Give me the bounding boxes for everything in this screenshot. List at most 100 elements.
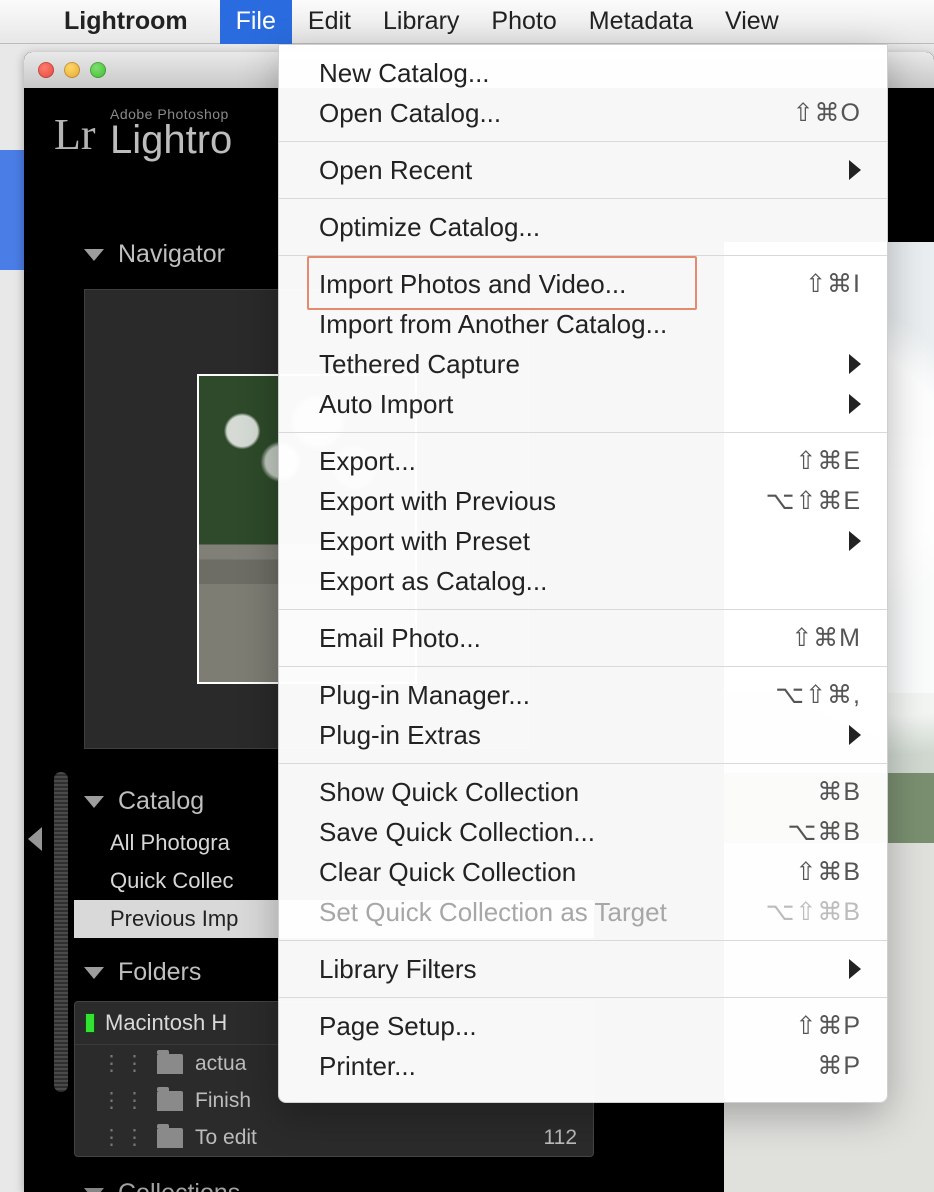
collections-title: Collections [118,1179,240,1192]
file-menu-dropdown: New Catalog... Open Catalog...⇧⌘O Open Rec… [278,44,888,1103]
brand-product-text: Lightro [110,118,232,163]
submenu-arrow-icon [849,160,861,180]
menubar-item-file[interactable]: File [220,0,292,44]
menu-item-label: Library Filters [319,954,849,985]
folder-icon [157,1128,183,1148]
menu-item-label: Printer... [319,1051,817,1082]
catalog-title: Catalog [118,787,204,816]
menu-item-label: Show Quick Collection [319,777,817,808]
file-menu-item[interactable]: Clear Quick Collection⇧⌘B [279,852,887,892]
close-window-button[interactable] [38,62,54,78]
folder-row[interactable]: ⋮⋮ To edit 112 [75,1119,593,1156]
submenu-arrow-icon [849,354,861,374]
menu-item-label: Auto Import [319,389,849,420]
menu-item-label: New Catalog... [319,58,861,89]
menubar-item-photo[interactable]: Photo [475,0,572,44]
file-menu-item[interactable]: Printer...⌘P [279,1046,887,1086]
menu-item-shortcut: ⇧⌘M [791,623,861,653]
menu-item-shortcut: ⌥⌘B [788,817,861,847]
menu-item-label: Set Quick Collection as Target [319,897,766,928]
lightroom-logo-icon: Lr [54,109,96,160]
folder-icon [157,1091,183,1111]
menu-item-shortcut: ⇧⌘I [805,269,861,299]
menu-item-label: Email Photo... [319,623,791,654]
menu-item-label: Export with Previous [319,486,766,517]
file-menu-item[interactable]: Save Quick Collection...⌥⌘B [279,812,887,852]
disclosure-triangle-icon [84,967,104,979]
file-menu-item[interactable]: Show Quick Collection⌘B [279,772,887,812]
traffic-lights [38,62,106,78]
menubar-item-view[interactable]: View [709,0,795,44]
folder-count: 112 [544,1126,583,1150]
disk-name: Macintosh H [105,1010,227,1036]
disclosure-triangle-icon [84,1188,104,1192]
file-menu-item[interactable]: Import from Another Catalog... [279,304,887,344]
menu-item-shortcut: ⇧⌘E [795,446,861,476]
submenu-arrow-icon [849,725,861,745]
menu-item-label: Tethered Capture [319,349,849,380]
file-menu-item[interactable]: Open Catalog...⇧⌘O [279,93,887,133]
menubar-app-name[interactable]: Lightroom [64,7,188,36]
menu-item-label: Import Photos and Video... [319,269,805,300]
menu-item-label: Save Quick Collection... [319,817,788,848]
menu-item-label: Export as Catalog... [319,566,861,597]
disk-status-led-icon [85,1013,95,1033]
navigator-title: Navigator [118,240,225,269]
menubar-item-edit[interactable]: Edit [292,0,367,44]
menu-item-label: Import from Another Catalog... [319,309,861,340]
background-app-edge [0,150,26,270]
tree-dots-icon: ⋮⋮ [101,1125,147,1150]
file-menu-item[interactable]: Export with Preset [279,521,887,561]
left-panel-grip[interactable] [54,772,68,1092]
file-menu-item: Set Quick Collection as Target⌥⇧⌘B [279,892,887,932]
folder-name: Finish [195,1089,251,1113]
menu-item-label: Open Recent [319,155,849,186]
menu-item-shortcut: ⇧⌘O [793,98,861,128]
folder-icon [157,1054,183,1074]
menu-item-label: Plug-in Manager... [319,680,775,711]
file-menu-item[interactable]: New Catalog... [279,53,887,93]
menu-item-shortcut: ⌘P [817,1051,861,1081]
file-menu-item[interactable]: Export with Previous⌥⇧⌘E [279,481,887,521]
file-menu-item[interactable]: Library Filters [279,949,887,989]
menu-item-label: Open Catalog... [319,98,793,129]
macos-menubar: Lightroom File Edit Library Photo Metada… [0,0,934,44]
menu-item-label: Plug-in Extras [319,720,849,751]
file-menu-item[interactable]: Export...⇧⌘E [279,441,887,481]
menubar-item-library[interactable]: Library [367,0,475,44]
menu-item-label: Export... [319,446,795,477]
file-menu-item[interactable]: Plug-in Extras [279,715,887,755]
submenu-arrow-icon [849,959,861,979]
menu-item-label: Clear Quick Collection [319,857,795,888]
tree-dots-icon: ⋮⋮ [101,1088,147,1113]
collections-panel-header[interactable]: Collections [74,1171,594,1192]
menu-item-label: Export with Preset [319,526,849,557]
menu-item-shortcut: ⌥⇧⌘, [775,680,861,710]
file-menu-item[interactable]: Email Photo...⇧⌘M [279,618,887,658]
menu-item-shortcut: ⌥⇧⌘E [766,486,861,516]
tree-dots-icon: ⋮⋮ [101,1051,147,1076]
menu-item-label: Page Setup... [319,1011,795,1042]
file-menu-item[interactable]: Import Photos and Video...⇧⌘I [279,264,887,304]
file-menu-item[interactable]: Open Recent [279,150,887,190]
folder-name: To edit [195,1126,257,1150]
file-menu-item[interactable]: Auto Import [279,384,887,424]
submenu-arrow-icon [849,531,861,551]
zoom-window-button[interactable] [90,62,106,78]
file-menu-item[interactable]: Export as Catalog... [279,561,887,601]
minimize-window-button[interactable] [64,62,80,78]
disclosure-triangle-icon [84,249,104,261]
folder-name: actua [195,1052,246,1076]
menubar-item-metadata[interactable]: Metadata [573,0,709,44]
file-menu-item[interactable]: Plug-in Manager...⌥⇧⌘, [279,675,887,715]
folders-title: Folders [118,958,201,987]
submenu-arrow-icon [849,394,861,414]
file-menu-item[interactable]: Tethered Capture [279,344,887,384]
menu-item-shortcut: ⇧⌘B [795,857,861,887]
menu-item-shortcut: ⇧⌘P [795,1011,861,1041]
file-menu-item[interactable]: Page Setup...⇧⌘P [279,1006,887,1046]
left-panel-collapse-icon[interactable] [28,827,42,851]
menu-item-shortcut: ⌥⇧⌘B [766,897,861,927]
file-menu-item[interactable]: Optimize Catalog... [279,207,887,247]
menu-item-shortcut: ⌘B [817,777,861,807]
